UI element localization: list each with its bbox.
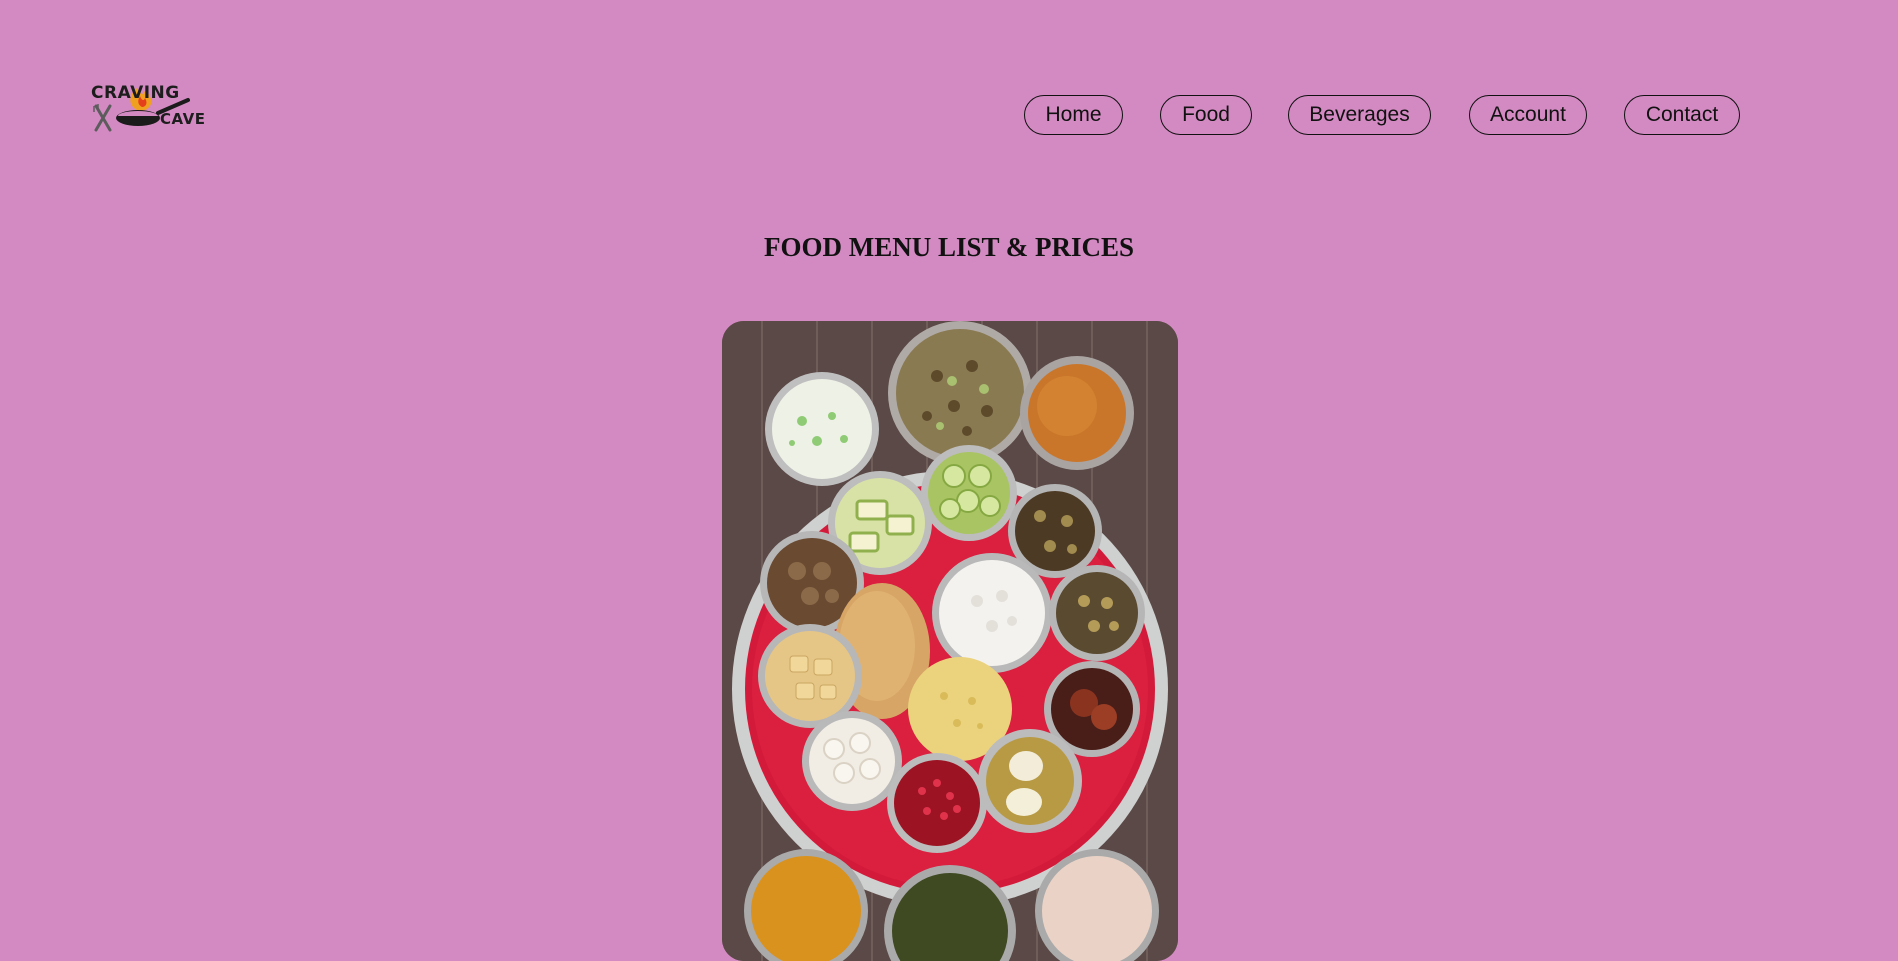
nav-food-button[interactable]: Food [1160,95,1252,135]
nav-contact-button[interactable]: Contact [1624,95,1740,135]
nav-home-button[interactable]: Home [1024,95,1123,135]
nav-beverages-button[interactable]: Beverages [1288,95,1431,135]
thali-food-image [722,321,1178,961]
site-header: CRAVING CAVE Home Food Beverages Account… [0,0,1898,200]
nav-account-button[interactable]: Account [1469,95,1587,135]
logo-text-craving: CRAVING [91,83,180,103]
site-logo[interactable]: CRAVING CAVE [90,80,206,136]
page-title: FOOD MENU LIST & PRICES [763,232,1135,262]
logo-text-cave: CAVE [160,110,206,128]
